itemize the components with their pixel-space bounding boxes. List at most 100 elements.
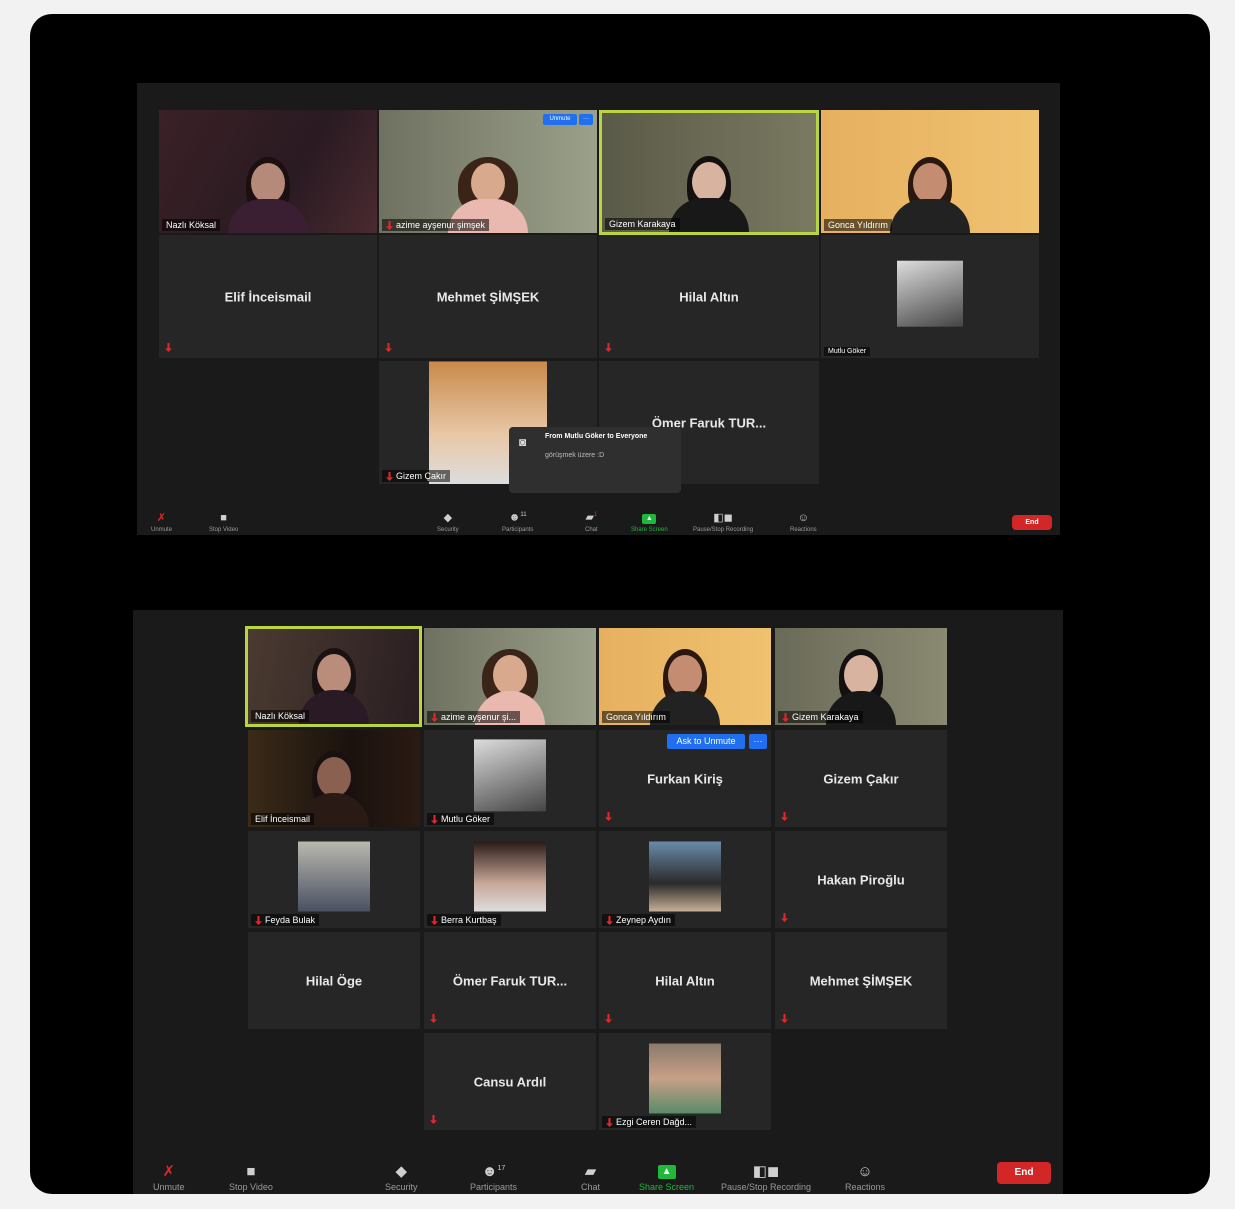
participant-name: Cansu Ardıl [473, 1074, 547, 1089]
stop-video-button[interactable]: ■ Stop Video [229, 1164, 273, 1192]
participant-name: Berra Kurtbaş [427, 913, 501, 926]
participant-name: Feyda Bulak [251, 913, 320, 926]
muted-mic-icon [431, 916, 438, 925]
participant-tile[interactable]: Cansu Ardıl [424, 1033, 596, 1130]
video-tile[interactable]: Nazlı Köksal [159, 110, 377, 233]
profile-picture [474, 738, 546, 811]
meeting-toolbar: ✗ Unmute ■ Stop Video ◆ Security ☻11 Partici… [137, 505, 1060, 535]
participant-name: Gonca Yıldırım [602, 711, 670, 723]
participant-tile[interactable]: Hilal Altın [599, 932, 771, 1029]
video-tile-active-speaker[interactable]: Nazlı Köksal [245, 626, 422, 727]
video-tile[interactable]: Unmute ··· azime ayşenur şimşek [379, 110, 597, 233]
chat-sender: From Mutlu Göker to Everyone [545, 433, 648, 440]
video-tile[interactable]: Elif İnceismail [248, 730, 420, 827]
muted-mic-icon [781, 812, 788, 821]
reactions-button[interactable]: ☺ Reactions [845, 1164, 885, 1192]
reaction-icon: ☺ [857, 1163, 873, 1180]
meeting-window-top: Nazlı Köksal Unmute ··· azime ayşenur şi… [137, 83, 1060, 535]
video-tile[interactable]: Gizem Karakaya [775, 628, 947, 725]
end-button[interactable]: End [1012, 515, 1052, 530]
participant-name: Mehmet ŞİMŞEK [809, 973, 913, 988]
share-screen-button[interactable]: ▲ Share Screen [639, 1165, 694, 1192]
participants-button[interactable]: ☻17 Participants [470, 1161, 517, 1192]
security-button[interactable]: ◆ Security [385, 1164, 418, 1192]
muted-mic-icon [431, 815, 438, 824]
participant-tile[interactable]: Mutlu Göker [821, 235, 1039, 358]
participant-tile[interactable]: Mehmet ŞİMŞEK [379, 235, 597, 358]
chat-message: görüşmek üzere :D [545, 452, 605, 459]
muted-mic-icon [165, 343, 172, 352]
muted-mic-icon [605, 1014, 612, 1023]
participant-name: Hilal Altın [679, 289, 739, 304]
chat-button[interactable]: ▰ Chat [581, 1164, 600, 1192]
meeting-window-bottom: Nazlı Köksal azime ayşenur şi... Gonca Y… [133, 610, 1063, 1194]
video-tile-active-speaker[interactable]: Gizem Karakaya [599, 110, 819, 235]
video-camera-icon: ■ [246, 1163, 256, 1180]
participant-video [890, 157, 970, 233]
participant-tile[interactable]: Ezgi Ceren Dağd... [599, 1033, 771, 1130]
muted-mic-icon [605, 343, 612, 352]
profile-picture [649, 1043, 721, 1113]
reactions-button[interactable]: ☺ Reactions [790, 512, 817, 534]
unmute-button[interactable]: Unmute [543, 114, 577, 125]
meeting-toolbar: ✗ Unmute ■ Stop Video ◆ Security ☻17 Partici… [133, 1150, 1063, 1194]
participant-tile[interactable]: Hakan Piroğlu [775, 831, 947, 928]
muted-mic-icon [606, 1118, 613, 1127]
avatar-icon: ◙ [519, 435, 527, 449]
participant-name: Elif İnceismail [251, 813, 315, 825]
video-tile[interactable]: Gonca Yıldırım [821, 110, 1039, 233]
participant-name: Gizem Karakaya [605, 218, 680, 230]
participant-tile[interactable]: Mutlu Göker [424, 730, 596, 827]
participant-name: azime ayşenur şimşek [382, 218, 490, 231]
participant-name: Nazlı Köksal [251, 710, 310, 722]
share-screen-button[interactable]: ▲ Share Screen [631, 514, 668, 533]
profile-picture [897, 260, 963, 327]
stop-video-button[interactable]: ■ Stop Video [209, 513, 238, 534]
security-button[interactable]: ◆ Security [437, 512, 459, 534]
more-icon[interactable]: ··· [579, 114, 593, 125]
unmute-button[interactable]: ✗ Unmute [151, 513, 172, 534]
participant-name: Furkan Kiriş [647, 771, 723, 786]
recording-button[interactable]: ◧◼ Pause/Stop Recording [721, 1164, 811, 1192]
muted-mic-icon [255, 916, 262, 925]
muted-mic-icon [781, 1014, 788, 1023]
muted-mic-icon [386, 221, 393, 230]
muted-mic-icon [430, 1115, 437, 1124]
mic-muted-icon: ✗ [162, 1163, 176, 1180]
participant-tile[interactable]: Ömer Faruk TUR... [424, 932, 596, 1029]
participant-tile[interactable]: Elif İnceismail [159, 235, 377, 358]
participant-tile[interactable]: Ask to Unmute ··· Furkan Kiriş [599, 730, 771, 827]
muted-mic-icon [430, 1014, 437, 1023]
chat-button[interactable]: ▰1 Chat [585, 510, 598, 533]
participant-name: Ömer Faruk TUR... [452, 973, 568, 988]
chat-bubble-icon: ▰ [584, 1163, 597, 1180]
recording-button[interactable]: ◧◼ Pause/Stop Recording [693, 513, 753, 534]
participant-name: Mehmet ŞİMŞEK [436, 289, 540, 304]
profile-picture [298, 841, 370, 911]
chat-bubble-icon: ▰1 [585, 512, 598, 524]
muted-mic-icon [606, 916, 613, 925]
participant-tile[interactable]: Hilal Öge [248, 932, 420, 1029]
participant-tile[interactable]: Mehmet ŞİMŞEK [775, 932, 947, 1029]
participant-name: Hilal Altın [655, 973, 715, 988]
reaction-icon: ☺ [797, 512, 809, 524]
video-tile[interactable]: Gonca Yıldırım [599, 628, 771, 725]
participants-button[interactable]: ☻11 Participants [502, 510, 533, 533]
participants-icon: ☻17 [481, 1163, 506, 1180]
participant-tile[interactable]: Feyda Bulak [248, 831, 420, 928]
participant-tile[interactable]: Gizem Çakır [775, 730, 947, 827]
video-tile[interactable]: azime ayşenur şi... [424, 628, 596, 725]
more-icon[interactable]: ··· [749, 734, 767, 749]
participant-tile[interactable]: Hilal Altın [599, 235, 819, 358]
unmute-button[interactable]: ✗ Unmute [153, 1164, 185, 1192]
ask-to-unmute-button[interactable]: Ask to Unmute [667, 734, 745, 749]
participant-name: Gonca Yıldırım [824, 219, 892, 231]
participant-tile[interactable]: Berra Kurtbaş [424, 831, 596, 928]
participant-name: Ezgi Ceren Dağd... [602, 1115, 697, 1128]
muted-mic-icon [605, 812, 612, 821]
chat-notification[interactable]: ◙ From Mutlu Göker to Everyone görüşmek … [509, 427, 681, 493]
end-button[interactable]: End [997, 1162, 1051, 1184]
shield-icon: ◆ [443, 512, 453, 524]
participant-tile[interactable]: Zeynep Aydın [599, 831, 771, 928]
participant-name: Hilal Öge [305, 973, 363, 988]
